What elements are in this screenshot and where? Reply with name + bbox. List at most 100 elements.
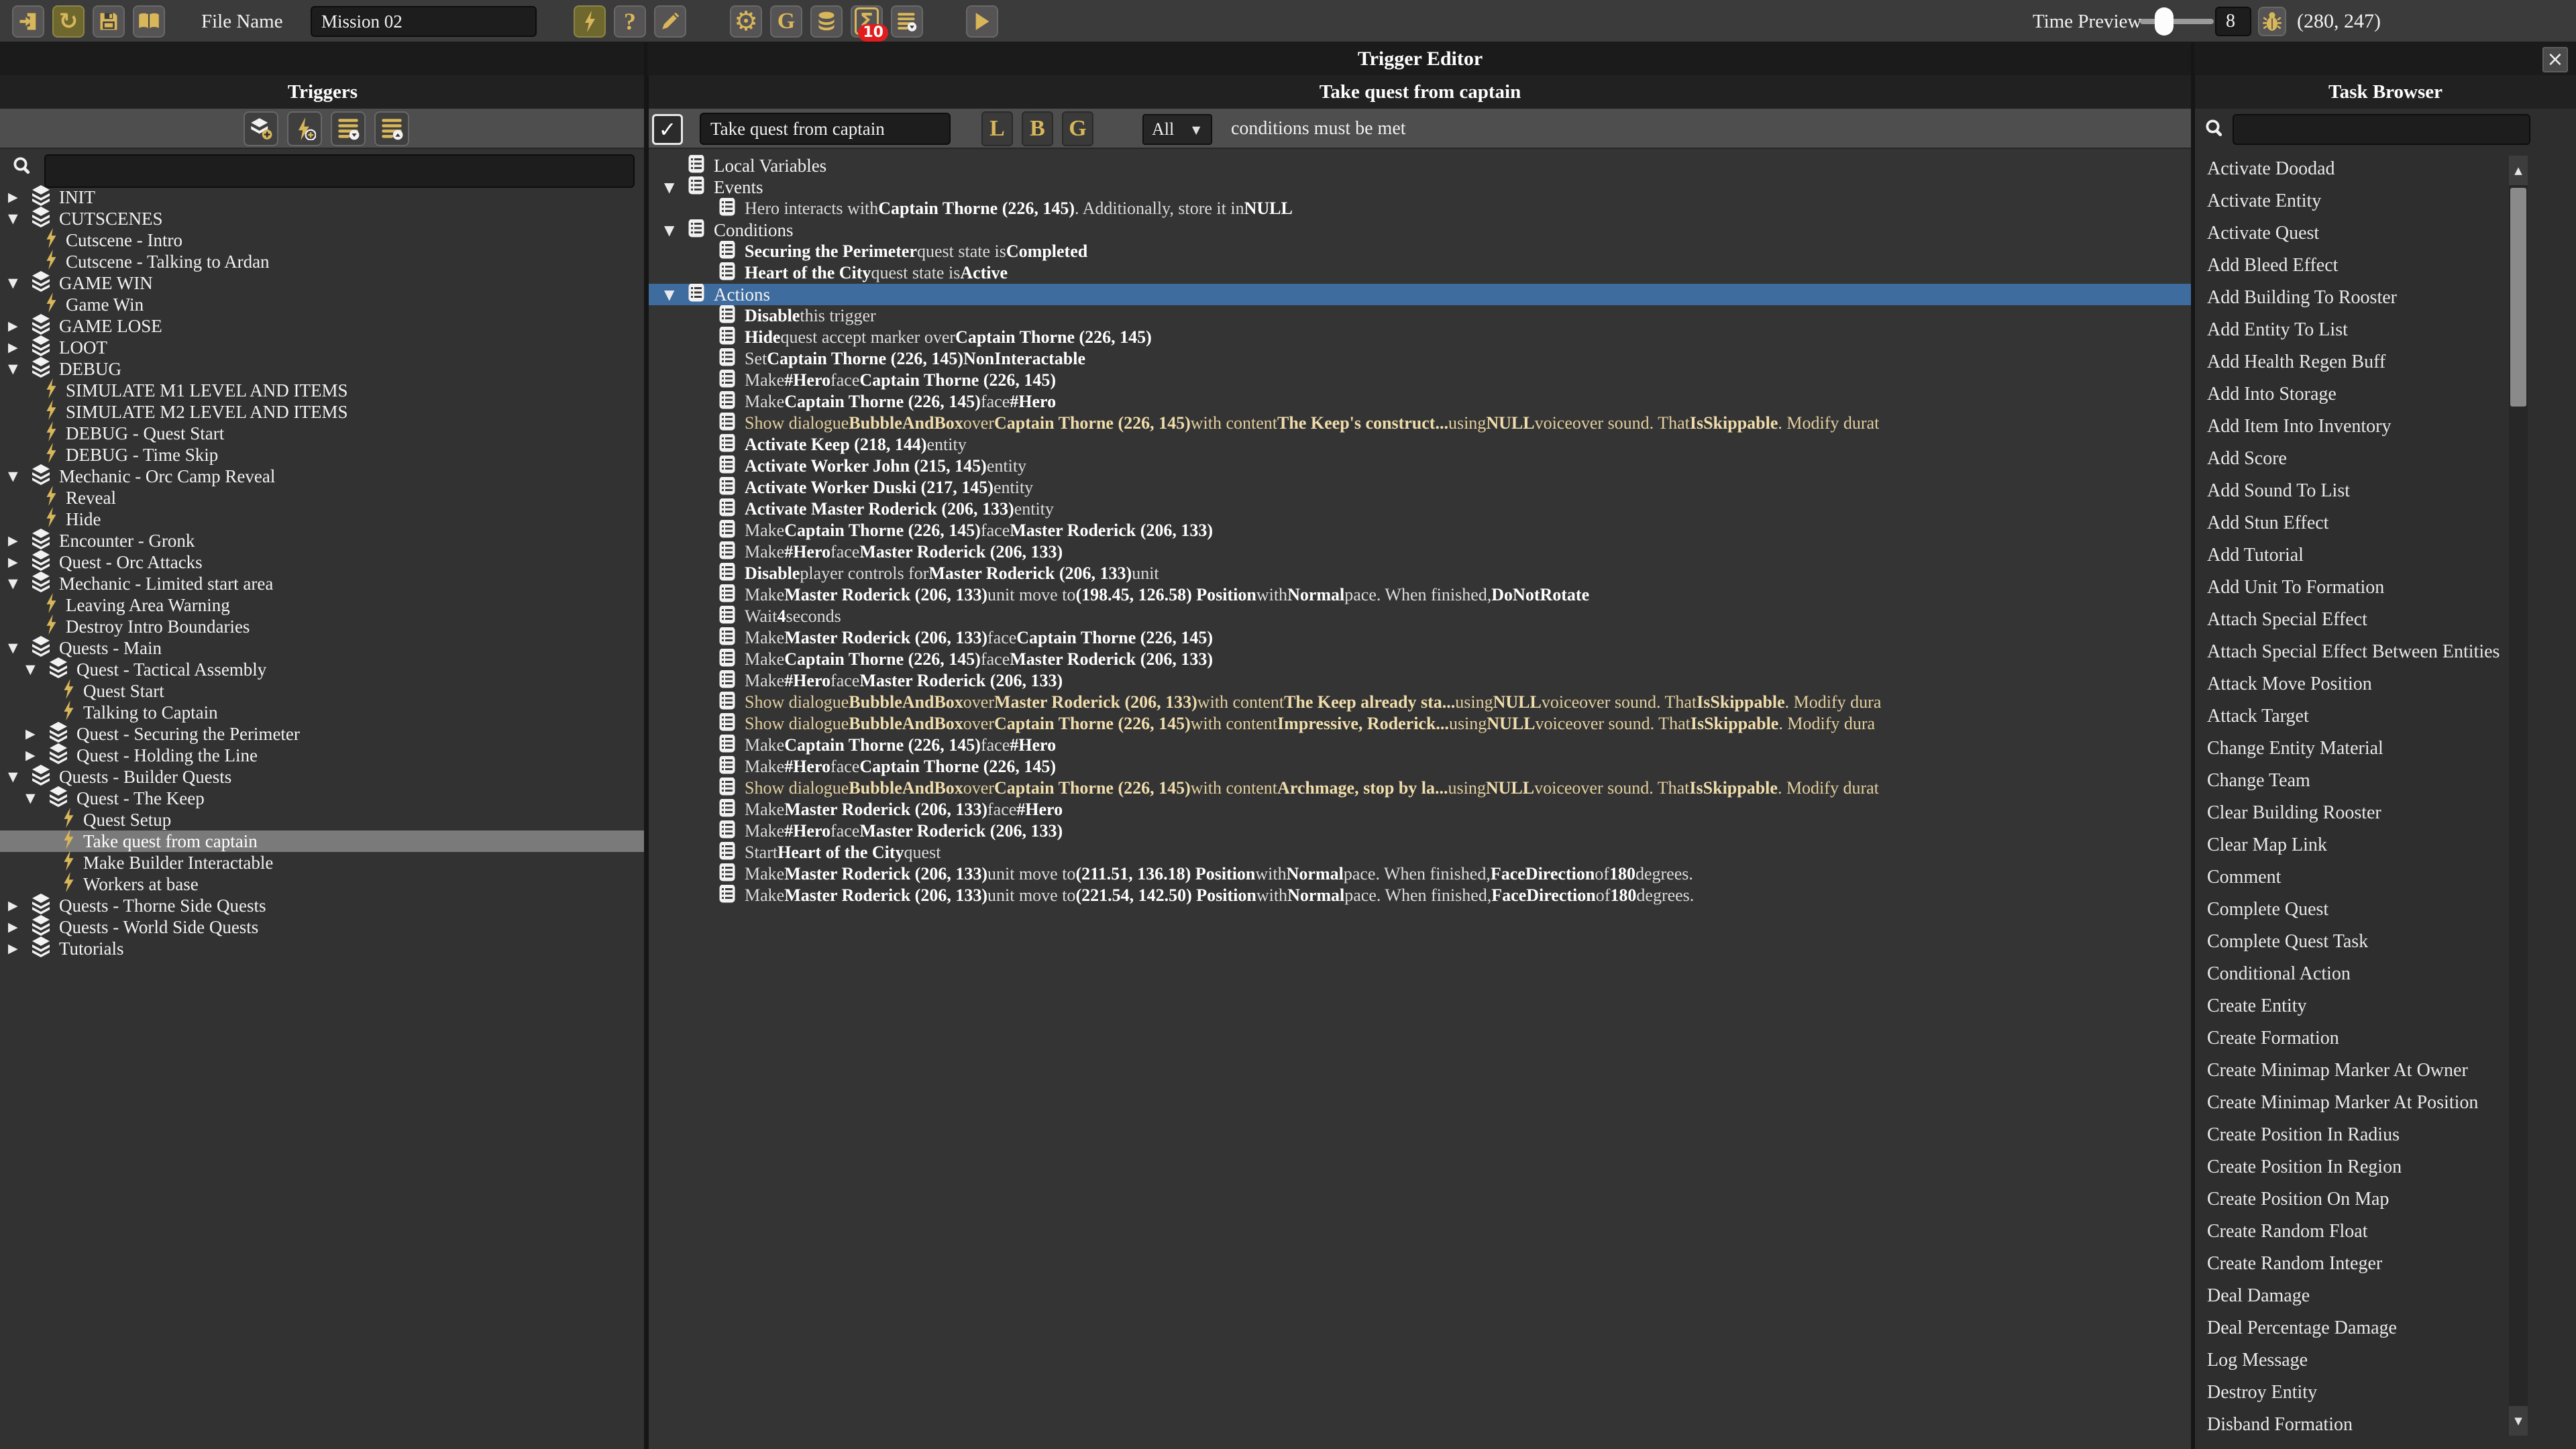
trigger-action-row[interactable]: Activate Master Roderick (206, 133) enti… <box>649 498 2192 520</box>
tree-folder[interactable]: ▼GAME WIN <box>0 272 645 294</box>
trigger-action-row[interactable]: Activate Worker John (215, 145) entity <box>649 455 2192 477</box>
trigger-action-row[interactable]: Heart of the City quest state is Active <box>649 262 2192 284</box>
expand-arrow-icon[interactable]: ▶ <box>8 533 31 548</box>
trigger-action-row[interactable]: Make Master Roderick (206, 133) unit mov… <box>649 584 2192 606</box>
task-scrollbar[interactable]: ▲ ▼ <box>2509 156 2528 1436</box>
trigger-action-row[interactable]: Make Master Roderick (206, 133) face #He… <box>649 799 2192 820</box>
tree-trigger[interactable]: Talking to Captain <box>0 702 645 723</box>
trigger-action-row[interactable]: Disable player controls for Master Roder… <box>649 563 2192 584</box>
task-item[interactable]: Comment <box>2195 861 2504 894</box>
expand-arrow-icon[interactable]: ▶ <box>8 898 31 913</box>
collapse-arrow-icon[interactable]: ▼ <box>8 211 31 226</box>
add-trigger-button[interactable] <box>287 111 322 146</box>
trigger-action-row[interactable]: Activate Worker Duski (217, 145) entity <box>649 477 2192 498</box>
task-item[interactable]: Add Unit To Formation <box>2195 572 2504 604</box>
flag-button-g[interactable]: G <box>1062 111 1093 146</box>
trigger-action-row[interactable]: Show dialogue BubbleAndBox over Captain … <box>649 713 2192 735</box>
sigma-button[interactable]: Σ10 <box>851 5 883 38</box>
play-button[interactable] <box>966 5 998 38</box>
trigger-action-row[interactable]: Hero interacts with Captain Thorne (226,… <box>649 198 2192 219</box>
expand-arrow-icon[interactable]: ▶ <box>25 727 48 741</box>
task-item[interactable]: Add Item Into Inventory <box>2195 411 2504 443</box>
tree-trigger[interactable]: Destroy Intro Boundaries <box>0 616 645 637</box>
task-item[interactable]: Add Score <box>2195 443 2504 475</box>
trigger-action-row[interactable]: Hide quest accept marker over Captain Th… <box>649 327 2192 348</box>
panel-divider-right[interactable] <box>2191 43 2194 1449</box>
pen-button[interactable] <box>654 5 686 38</box>
task-item[interactable]: Clear Building Rooster <box>2195 797 2504 829</box>
tree-trigger[interactable]: Leaving Area Warning <box>0 594 645 616</box>
tree-trigger[interactable]: Take quest from captain <box>0 830 645 852</box>
tree-folder[interactable]: ▶GAME LOSE <box>0 315 645 337</box>
trigger-action-row[interactable]: Start Heart of the City quest <box>649 842 2192 863</box>
task-item[interactable]: Activate Entity <box>2195 185 2504 217</box>
task-item[interactable]: Attach Special Effect <box>2195 604 2504 636</box>
expand-all-button[interactable] <box>331 111 366 146</box>
collapse-arrow-icon[interactable]: ▼ <box>8 362 31 376</box>
task-item[interactable]: Add Entity To List <box>2195 314 2504 346</box>
import-button[interactable] <box>12 5 44 38</box>
task-item[interactable]: Change Entity Material <box>2195 733 2504 765</box>
task-item[interactable]: Attack Move Position <box>2195 668 2504 700</box>
task-item[interactable]: Deal Percentage Damage <box>2195 1312 2504 1344</box>
tree-folder[interactable]: ▼Mechanic - Orc Camp Reveal <box>0 466 645 487</box>
task-item[interactable]: Attach Special Effect Between Entities <box>2195 636 2504 668</box>
trigger-action-row[interactable]: Show dialogue BubbleAndBox over Captain … <box>649 413 2192 434</box>
lightning-button[interactable] <box>574 5 606 38</box>
tree-trigger[interactable]: Reveal <box>0 487 645 508</box>
task-item[interactable]: Add Tutorial <box>2195 539 2504 572</box>
trigger-action-row[interactable]: Make #Hero face Captain Thorne (226, 145… <box>649 756 2192 777</box>
add-folder-button[interactable] <box>244 111 278 146</box>
tree-search-input[interactable] <box>44 154 635 188</box>
collapse-arrow-icon[interactable]: ▼ <box>25 662 48 677</box>
trigger-action-row[interactable]: Make Master Roderick (206, 133) unit mov… <box>649 863 2192 885</box>
expand-arrow-icon[interactable]: ▶ <box>8 920 31 934</box>
flag-button-l[interactable]: L <box>981 111 1013 146</box>
trigger-action-row[interactable]: Make Captain Thorne (226, 145) face #Her… <box>649 735 2192 756</box>
collapse-arrow-icon[interactable]: ▼ <box>25 791 48 806</box>
trigger-section-row[interactable]: ▼Actions <box>649 284 2192 305</box>
trigger-action-row[interactable]: Make #Hero face Master Roderick (206, 13… <box>649 541 2192 563</box>
tree-trigger[interactable]: DEBUG - Quest Start <box>0 423 645 444</box>
file-name-input[interactable] <box>311 6 537 37</box>
task-item[interactable]: Create Minimap Marker At Owner <box>2195 1055 2504 1087</box>
tree-folder[interactable]: ▶INIT <box>0 186 645 208</box>
task-item[interactable]: Create Position In Radius <box>2195 1119 2504 1151</box>
scroll-down-icon[interactable]: ▼ <box>2509 1406 2528 1436</box>
tree-folder[interactable]: ▶Quest - Securing the Perimeter <box>0 723 645 745</box>
tree-folder[interactable]: ▶Tutorials <box>0 938 645 959</box>
trigger-action-row[interactable]: Activate Keep (218, 144) entity <box>649 434 2192 455</box>
time-value-field[interactable]: 8 <box>2215 7 2251 36</box>
trigger-action-row[interactable]: Set Captain Thorne (226, 145) NonInterac… <box>649 348 2192 370</box>
tree-folder[interactable]: ▼Quests - Main <box>0 637 645 659</box>
tree-trigger[interactable]: Quest Start <box>0 680 645 702</box>
tree-folder[interactable]: ▶Quest - Holding the Line <box>0 745 645 766</box>
task-item[interactable]: Complete Quest <box>2195 894 2504 926</box>
trigger-section-row[interactable]: ▼Events <box>649 176 2192 198</box>
expand-arrow-icon[interactable]: ▶ <box>8 319 31 333</box>
trigger-action-row[interactable]: Make Captain Thorne (226, 145) face Mast… <box>649 649 2192 670</box>
trigger-action-row[interactable]: Make #Hero face Captain Thorne (226, 145… <box>649 370 2192 391</box>
task-item[interactable]: Create Formation <box>2195 1022 2504 1055</box>
trigger-action-row[interactable]: Show dialogue BubbleAndBox over Master R… <box>649 692 2192 713</box>
tree-folder[interactable]: ▶Quests - Thorne Side Quests <box>0 895 645 916</box>
collapse-arrow-icon[interactable]: ▼ <box>664 286 688 303</box>
collapse-arrow-icon[interactable]: ▼ <box>8 641 31 655</box>
tree-folder[interactable]: ▼Quests - Builder Quests <box>0 766 645 788</box>
tree-trigger[interactable]: SIMULATE M2 LEVEL AND ITEMS <box>0 401 645 423</box>
collapse-arrow-icon[interactable]: ▼ <box>664 222 688 238</box>
collapse-arrow-icon[interactable]: ▼ <box>664 179 688 195</box>
task-item[interactable]: Conditional Action <box>2195 958 2504 990</box>
task-item[interactable]: Complete Quest Task <box>2195 926 2504 958</box>
task-item[interactable]: Create Random Integer <box>2195 1248 2504 1280</box>
trigger-action-row[interactable]: Securing the Perimeter quest state is Co… <box>649 241 2192 262</box>
tree-folder[interactable]: ▼DEBUG <box>0 358 645 380</box>
task-item[interactable]: Add Sound To List <box>2195 475 2504 507</box>
tree-trigger[interactable]: DEBUG - Time Skip <box>0 444 645 466</box>
tree-trigger[interactable]: Workers at base <box>0 873 645 895</box>
task-item[interactable]: Add Stun Effect <box>2195 507 2504 539</box>
reload-button[interactable]: ↻ <box>52 5 85 38</box>
task-item[interactable]: Log Message <box>2195 1344 2504 1377</box>
collapse-arrow-icon[interactable]: ▼ <box>8 576 31 591</box>
trigger-name-input[interactable] <box>700 113 951 145</box>
